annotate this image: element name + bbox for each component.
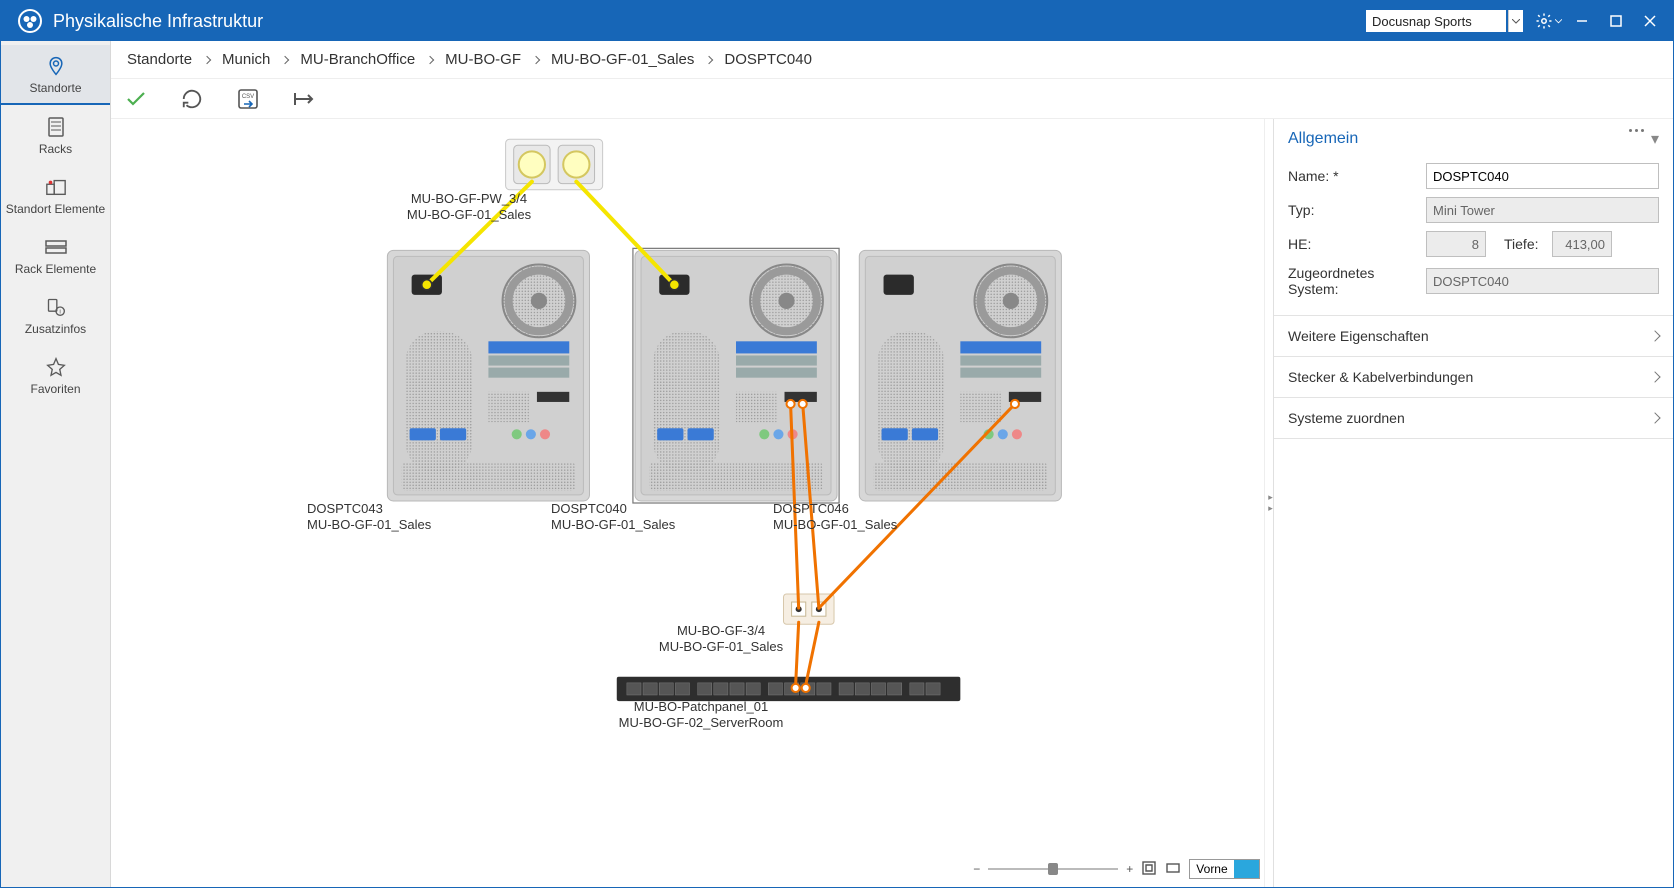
view-front-back-toggle[interactable]: Vorne (1189, 859, 1260, 879)
csv-export-button[interactable]: CSV (233, 84, 263, 114)
tenant-selector-dropdown[interactable] (1508, 10, 1523, 32)
breadcrumb-item[interactable]: MU-BO-GF-01_Sales (545, 51, 700, 68)
node-label: MU-BO-Patchpanel_01MU-BO-GF-02_ServerRoo… (619, 699, 784, 732)
nav-label: Standorte (29, 81, 81, 95)
nav-favoriten[interactable]: Favoriten (1, 345, 110, 405)
settings-gear-icon[interactable] (1531, 1, 1565, 41)
name-input[interactable] (1426, 163, 1659, 189)
collapser-label: Systeme zuordnen (1288, 410, 1405, 426)
tenant-selector-text: Docusnap Sports (1372, 14, 1472, 29)
nav-label: Zusatzinfos (25, 322, 86, 336)
zoom-in-icon[interactable]: + (1126, 862, 1133, 876)
fit-screen-icon[interactable] (1141, 860, 1157, 879)
rack-elements-icon (45, 235, 67, 259)
nav-label: Favoriten (30, 382, 80, 396)
chevron-right-icon (281, 55, 289, 63)
nav-rack-elemente[interactable]: Rack Elemente (1, 225, 110, 285)
chevron-right-icon (426, 55, 434, 63)
node-label: DOSPTC043MU-BO-GF-01_Sales (307, 501, 431, 534)
section-title: Allgemein (1288, 130, 1358, 148)
field-label: Typ: (1288, 202, 1418, 218)
breadcrumb-item[interactable]: DOSPTC040 (718, 51, 818, 68)
collapser-weitere-eigenschaften[interactable]: Weitere Eigenschaften (1274, 315, 1673, 357)
pin-icon (46, 54, 66, 78)
toolbar: CSV (111, 79, 1673, 119)
nav-zusatzinfos[interactable]: i Zusatzinfos (1, 285, 110, 345)
left-nav: Standorte Racks Standort Elemente Rack E… (1, 41, 111, 887)
rack-icon (48, 115, 64, 139)
node-label: DOSPTC040MU-BO-GF-01_Sales (551, 501, 675, 534)
star-icon (46, 355, 66, 379)
chevron-right-icon (705, 55, 713, 63)
app-logo-icon (17, 8, 43, 34)
diagram-canvas[interactable]: MU-BO-GF-PW_3/4MU-BO-GF-01_Sales DOSPTC0… (111, 119, 1264, 887)
field-label: Zugeordnetes System: (1288, 265, 1418, 297)
chevron-right-icon (1649, 330, 1660, 341)
maximize-button[interactable] (1599, 1, 1633, 41)
navigate-button[interactable] (289, 84, 319, 114)
nav-standorte[interactable]: Standorte (1, 45, 110, 105)
breadcrumb: Standorte Munich MU-BranchOffice MU-BO-G… (111, 41, 1673, 79)
zoom-slider[interactable] (988, 868, 1118, 870)
he-input (1426, 231, 1486, 257)
chevron-right-icon (532, 55, 540, 63)
field-label: Name: * (1288, 168, 1418, 184)
nav-standort-elemente[interactable]: Standort Elemente (1, 165, 110, 225)
breadcrumb-item[interactable]: Munich (216, 51, 276, 68)
refresh-button[interactable] (177, 84, 207, 114)
confirm-button[interactable] (121, 84, 151, 114)
node-label: DOSPTC046MU-BO-GF-01_Sales (773, 501, 897, 534)
building-icon (45, 175, 67, 199)
breadcrumb-item[interactable]: Standorte (121, 51, 198, 68)
panel-collapse-handle[interactable]: ▸▸ (1264, 119, 1273, 887)
title-bar: Physikalische Infrastruktur Docusnap Spo… (1, 1, 1673, 41)
more-menu-icon[interactable]: ▾ (1629, 129, 1659, 149)
zoom-bar: − + Vorne (973, 857, 1260, 881)
field-label: HE: (1288, 236, 1418, 252)
assigned-system-input (1426, 268, 1659, 294)
node-label: MU-BO-GF-PW_3/4MU-BO-GF-01_Sales (407, 191, 531, 224)
nav-racks[interactable]: Racks (1, 105, 110, 165)
properties-panel: Allgemein ▾ Name: * Typ: HE: Tiefe: (1273, 119, 1673, 887)
depth-input (1552, 231, 1612, 257)
field-label: Tiefe: (1494, 236, 1544, 252)
actual-size-icon[interactable] (1165, 860, 1181, 879)
view-front-label: Vorne (1190, 860, 1233, 878)
info-icon: i (46, 295, 66, 319)
type-input (1426, 197, 1659, 223)
node-label: MU-BO-GF-3/4MU-BO-GF-01_Sales (659, 623, 783, 656)
zoom-out-icon[interactable]: − (973, 862, 980, 876)
app-title: Physikalische Infrastruktur (53, 11, 263, 32)
section-header-allgemein: Allgemein ▾ (1274, 119, 1673, 159)
collapser-label: Stecker & Kabelverbindungen (1288, 369, 1473, 385)
minimize-button[interactable] (1565, 1, 1599, 41)
nav-label: Standort Elemente (6, 202, 105, 216)
nav-label: Racks (39, 142, 72, 156)
chevron-right-icon (203, 55, 211, 63)
tenant-selector[interactable]: Docusnap Sports (1366, 10, 1506, 32)
breadcrumb-item[interactable]: MU-BO-GF (439, 51, 527, 68)
nav-label: Rack Elemente (15, 262, 96, 276)
chevron-right-icon (1649, 371, 1660, 382)
chevron-right-icon (1649, 412, 1660, 423)
svg-text:CSV: CSV (242, 94, 254, 100)
close-button[interactable] (1633, 1, 1667, 41)
breadcrumb-item[interactable]: MU-BranchOffice (294, 51, 421, 68)
collapser-label: Weitere Eigenschaften (1288, 328, 1429, 344)
collapser-systeme-zuordnen[interactable]: Systeme zuordnen (1274, 398, 1673, 439)
collapser-stecker-kabel[interactable]: Stecker & Kabelverbindungen (1274, 357, 1673, 398)
